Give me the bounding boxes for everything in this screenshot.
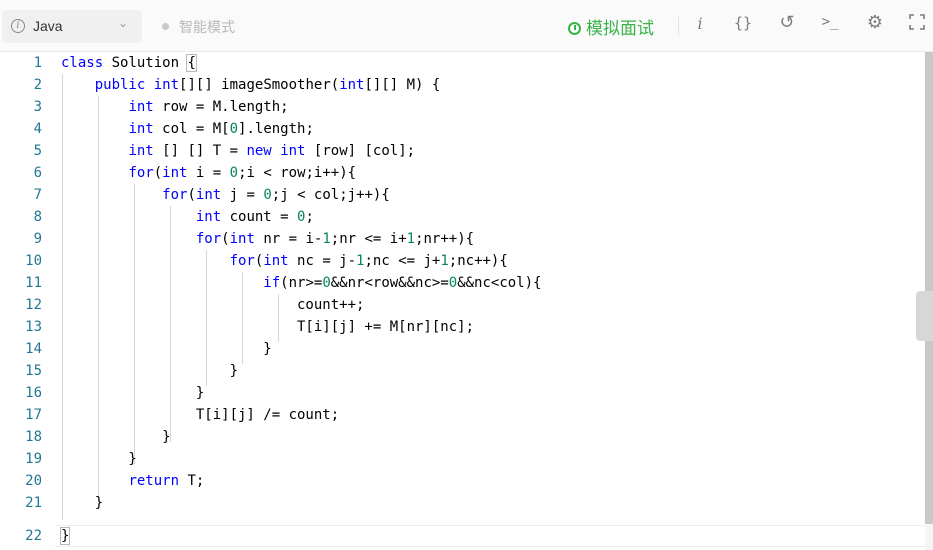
line-number: 2 — [33, 77, 42, 93]
info-icon[interactable]: i — [688, 14, 712, 33]
line-number: 6 — [33, 165, 42, 181]
code-text: } — [61, 451, 137, 467]
settings-icon[interactable]: ⚙ — [863, 12, 887, 33]
code-text: } — [59, 527, 71, 545]
code-text: class Solution { — [61, 54, 197, 72]
side-panel-tab[interactable] — [916, 291, 933, 341]
code-text: T[i][j] += M[nr][nc]; — [61, 319, 475, 335]
status-dot-icon — [162, 23, 169, 30]
line-number: 13 — [25, 319, 42, 335]
line-number: 9 — [33, 231, 42, 247]
language-select[interactable]: i Java ⌄ — [2, 10, 142, 43]
line-number: 3 — [33, 99, 42, 115]
code-braces-icon[interactable]: {} — [731, 14, 755, 32]
code-text: count++; — [61, 297, 365, 313]
line-number: 1 — [33, 55, 42, 71]
code-text: int [] [] T = new int [row] [col]; — [128, 143, 416, 159]
code-text: for(int nr = i-1;nr <= i+1;nr++){ — [195, 231, 475, 247]
code-text: for(int nc = j-1;nc <= j+1;nc++){ — [229, 253, 508, 269]
line-number: 7 — [33, 187, 42, 203]
code-text: } — [61, 495, 104, 511]
code-text: int count = 0; — [195, 209, 314, 225]
current-line-highlight — [55, 525, 925, 547]
code-text: int row = M.length; — [128, 99, 289, 115]
code-text: } — [61, 385, 205, 401]
editor-toolbar: i Java ⌄ 智能模式 模拟面试 i {} ↺ >_ ⚙ — [0, 0, 933, 52]
line-number: 5 — [33, 143, 42, 159]
language-label: Java — [33, 18, 63, 34]
code-text: public int[][] imageSmoother(int[][] M) … — [94, 77, 441, 93]
code-text: for(int i = 0;i < row;i++){ — [128, 165, 357, 181]
line-number: 17 — [25, 407, 42, 423]
code-text: return T; — [128, 473, 205, 489]
fullscreen-icon[interactable] — [905, 14, 929, 35]
code-text: } — [61, 363, 239, 379]
line-number: 14 — [25, 341, 42, 357]
code-text: T[i][j] /= count; — [61, 407, 340, 423]
line-number: 4 — [33, 121, 42, 137]
code-text: } — [61, 341, 272, 357]
line-number: 21 — [25, 495, 42, 511]
line-number: 15 — [25, 363, 42, 379]
code-text: } — [61, 429, 171, 445]
line-number: 11 — [25, 275, 42, 291]
smart-mode-label: 智能模式 — [179, 19, 235, 35]
line-number: 8 — [33, 209, 42, 225]
code-editor[interactable]: 1 class Solution { 2 public int[][] image… — [0, 52, 925, 550]
chevron-down-icon: ⌄ — [117, 16, 128, 30]
mock-interview-label: 模拟面试 — [586, 19, 654, 38]
code-text: if(nr>=0&&nr<row&&nc>=0&&nc<col){ — [263, 275, 542, 291]
mock-interview-button[interactable]: 模拟面试 — [568, 14, 654, 39]
smart-mode-toggle[interactable]: 智能模式 — [162, 17, 235, 37]
line-number: 19 — [25, 451, 42, 467]
line-number: 18 — [25, 429, 42, 445]
scrollbar-thumb[interactable] — [925, 52, 933, 524]
line-number: 12 — [25, 297, 42, 313]
line-number: 10 — [25, 253, 42, 269]
info-circle-icon: i — [11, 19, 25, 33]
terminal-icon[interactable]: >_ — [818, 14, 842, 30]
toolbar-divider — [678, 17, 679, 35]
alarm-clock-icon — [568, 22, 581, 35]
line-number: 16 — [25, 385, 42, 401]
reset-icon[interactable]: ↺ — [775, 12, 799, 33]
line-number: 22 — [25, 528, 42, 544]
code-text: int col = M[0].length; — [128, 121, 314, 137]
line-number: 20 — [25, 473, 42, 489]
code-text: for(int j = 0;j < col;j++){ — [162, 187, 390, 203]
